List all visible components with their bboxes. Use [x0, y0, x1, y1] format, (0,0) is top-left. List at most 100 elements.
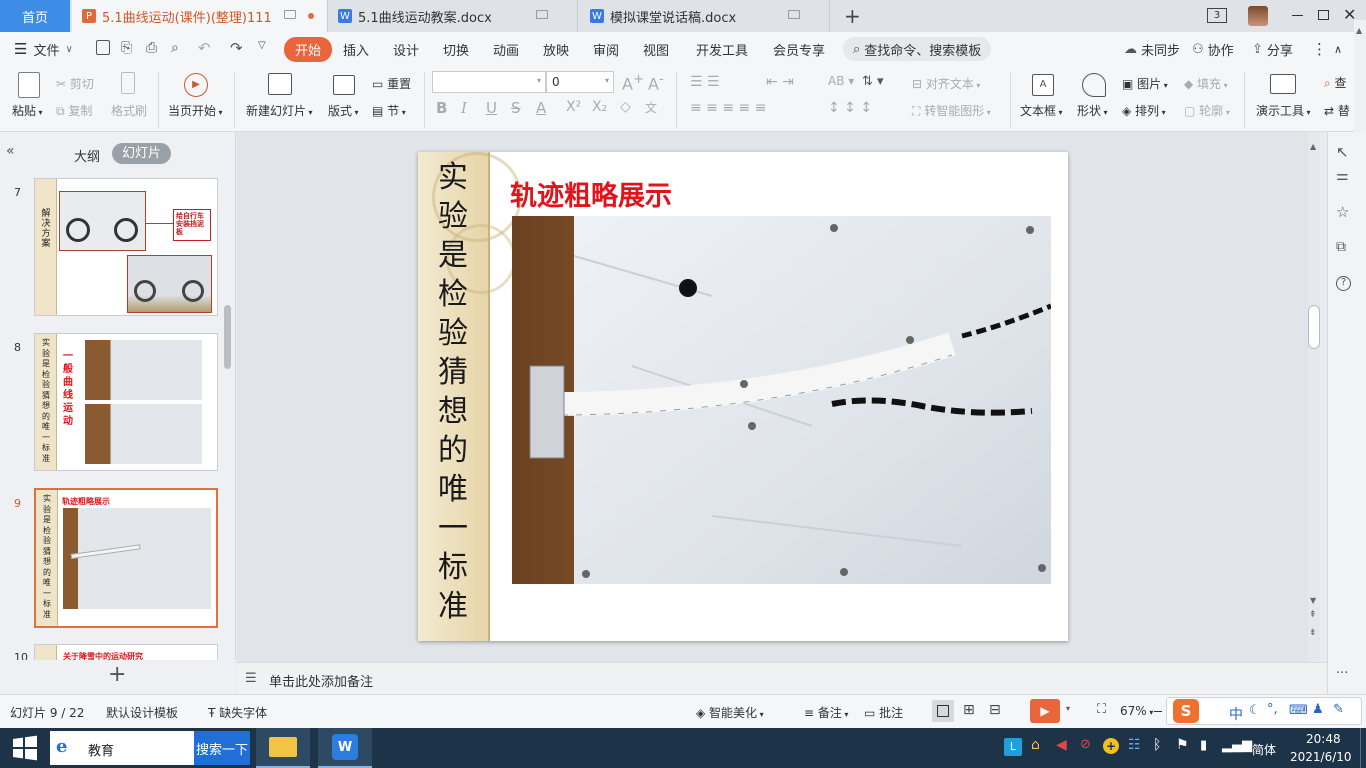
slide-thumbnail-7[interactable]: 解决方案 给自行车安装挡泥板 [34, 178, 218, 316]
scroll-down-icon[interactable]: ▼ [1310, 596, 1316, 605]
slide-sorter-icon[interactable]: ⊞ [963, 702, 975, 718]
font-size-select[interactable]: 0 ▾ [546, 71, 614, 93]
screen-icon[interactable] [788, 10, 800, 19]
scroll-up-icon[interactable]: ▲ [1356, 26, 1362, 35]
sort-icon[interactable]: ⇅ ▾ [862, 74, 884, 89]
text-direction-icon[interactable]: AB ▾ [828, 74, 854, 88]
next-slide-icon[interactable]: ⇟ [1309, 628, 1317, 638]
undo-icon[interactable]: ↶ [198, 39, 211, 57]
help-icon[interactable]: ? [1336, 276, 1351, 291]
fill-button[interactable]: ◆ 填充 ▾ [1184, 75, 1228, 92]
font-name-select[interactable]: ▾ [432, 71, 546, 93]
screen-icon[interactable] [536, 10, 548, 19]
taskbar-search-field[interactable]: e 教育 [50, 731, 194, 765]
eraser-icon[interactable]: ◇ [620, 99, 631, 115]
tab-animation[interactable]: 动画 [493, 32, 519, 66]
line-spacing-icon[interactable]: ↕ ↕ ↕ [828, 100, 872, 116]
windows-start-button[interactable] [0, 728, 50, 768]
zoom-level[interactable]: 67% ▾ [1120, 704, 1153, 718]
tab-slideshow[interactable]: 放映 [543, 32, 569, 66]
increase-font-icon[interactable]: A+ [622, 72, 644, 93]
new-slide-button[interactable]: 新建幻灯片 ▾ [246, 102, 313, 119]
battery-icon[interactable]: ▮ [1200, 738, 1207, 753]
tab-doc-lesson-plan[interactable]: W 5.1曲线运动教案.docx [328, 0, 578, 32]
presentation-tools-icon[interactable] [1270, 74, 1296, 94]
tab-member[interactable]: 会员专享 [773, 32, 825, 66]
input-language[interactable]: 简体 [1252, 741, 1276, 758]
current-slide[interactable]: 实验是检验猜想的唯一标准 轨迹粗略展示 [418, 152, 1068, 641]
avatar[interactable] [1248, 6, 1268, 26]
bullet-list-icon[interactable]: ☰ ☰ [690, 74, 720, 90]
canvas-scrollbar[interactable] [1308, 132, 1320, 662]
textbox-icon[interactable]: A [1032, 74, 1054, 96]
print-icon[interactable]: ⎙ [146, 40, 157, 56]
collapse-panel-icon[interactable]: « [6, 143, 15, 159]
notes-bar[interactable]: ☰ 单击此处添加备注 [237, 662, 1327, 694]
collapse-ribbon-icon[interactable]: ∧ [1334, 32, 1342, 66]
file-menu[interactable]: ☰ 文件 ∨ [14, 32, 73, 66]
trajectory-experiment-photo[interactable] [512, 216, 1051, 584]
tab-developer[interactable]: 开发工具 [696, 32, 748, 66]
tab-doc-speech[interactable]: W 模拟课堂说话稿.docx [580, 0, 830, 32]
show-desktop-button[interactable] [1360, 728, 1366, 768]
tray-lock-icon[interactable]: ⌂ [1031, 737, 1040, 753]
align-text-button[interactable]: ⊟ 对齐文本 ▾ [912, 75, 980, 92]
notes-toggle-button[interactable]: ≡ 备注 ▾ [804, 704, 848, 721]
tab-transition[interactable]: 切换 [443, 32, 469, 66]
underline-icon[interactable]: U [486, 99, 497, 117]
signal-icon[interactable]: ▂▄▆ [1222, 738, 1252, 753]
font-color-icon[interactable]: A [536, 99, 546, 117]
shape-button[interactable]: 形状 ▾ [1077, 102, 1108, 119]
copy-button[interactable]: ⧉ 复制 [56, 102, 92, 119]
clock-date[interactable]: 2021/6/10 [1290, 750, 1352, 764]
backup-icon[interactable]: ⧉ [1336, 239, 1346, 255]
decrease-font-icon[interactable]: A- [648, 72, 664, 93]
reset-button[interactable]: ▭ 重置 [372, 75, 411, 92]
textbox-button[interactable]: 文本框 ▾ [1020, 102, 1063, 119]
reading-view-icon[interactable]: ⊟ [989, 702, 1001, 718]
tab-presentation[interactable]: P 5.1曲线运动(课件)(整理)111 [72, 0, 328, 32]
outline-button[interactable]: ▢ 轮廓 ▾ [1184, 102, 1230, 119]
indent-icon[interactable]: ⇤ ⇥ [766, 74, 794, 90]
paste-button[interactable]: 粘贴 ▾ [12, 102, 43, 119]
presentation-tools-button[interactable]: 演示工具 ▾ [1256, 102, 1311, 119]
export-icon[interactable]: ⎘ [121, 40, 132, 56]
more-icon[interactable]: ⋮ [1312, 32, 1327, 66]
italic-icon[interactable]: I [461, 99, 467, 117]
chevron-down-icon[interactable]: ▾ [1066, 704, 1070, 713]
canvas-scroll-thumb[interactable] [1308, 305, 1320, 349]
align-left-icon[interactable]: ≡ ≡ ≡ ≡ ≡ [690, 100, 766, 116]
strikethrough-icon[interactable]: S [511, 99, 521, 117]
restore-icon[interactable] [1318, 10, 1329, 20]
missing-font-button[interactable]: Ŧ 缺失字体 [208, 704, 267, 721]
format-painter-icon[interactable] [121, 72, 135, 94]
new-slide-icon[interactable] [268, 73, 292, 95]
find-button[interactable]: ⌕ 查 [1324, 74, 1347, 91]
wps-office-button[interactable]: W [318, 728, 372, 768]
taskbar-search-button[interactable]: 搜索一下 [194, 731, 250, 765]
clock-time[interactable]: 20:48 [1306, 732, 1341, 746]
bold-icon[interactable]: B [436, 99, 447, 117]
outline-view-tab[interactable]: 大纲 [74, 146, 100, 165]
tray-network-icon[interactable]: ☷ [1128, 737, 1141, 753]
bluetooth-icon[interactable]: ᛒ [1153, 737, 1161, 753]
play-slideshow-button[interactable]: ▶ [1030, 699, 1060, 723]
phonetic-guide-icon[interactable]: 文 [645, 99, 657, 116]
command-search[interactable]: ⌕ 查找命令、搜索模板 [843, 37, 992, 61]
cut-button[interactable]: ✂ 剪切 [56, 75, 94, 92]
customize-toolbar-icon[interactable]: ▽ [258, 40, 266, 51]
tab-review[interactable]: 审阅 [593, 32, 619, 66]
home-tab[interactable]: 首页 [0, 0, 70, 32]
tab-start[interactable]: 开始 [284, 32, 333, 66]
slide-thumbnail-9[interactable]: 实验是检验猜想的唯一标准 轨迹粗略展示 [34, 488, 218, 628]
share-button[interactable]: ⇪ 分享 [1252, 32, 1293, 66]
more-options-icon[interactable]: ··· [1336, 666, 1348, 681]
fit-window-icon[interactable]: ⛶ [1097, 702, 1106, 717]
sync-status[interactable]: ☁ 未同步 [1124, 32, 1180, 66]
tray-plus-icon[interactable]: + [1103, 738, 1119, 754]
ime-toolbar[interactable]: S 中 ☾ °, ⌨ ♟ ✎ [1166, 697, 1362, 725]
shape-icon[interactable] [1082, 73, 1106, 97]
normal-view-button[interactable] [932, 700, 954, 722]
pointer-icon[interactable]: ↖ [1336, 143, 1349, 161]
zoom-out-icon[interactable] [1154, 711, 1162, 712]
